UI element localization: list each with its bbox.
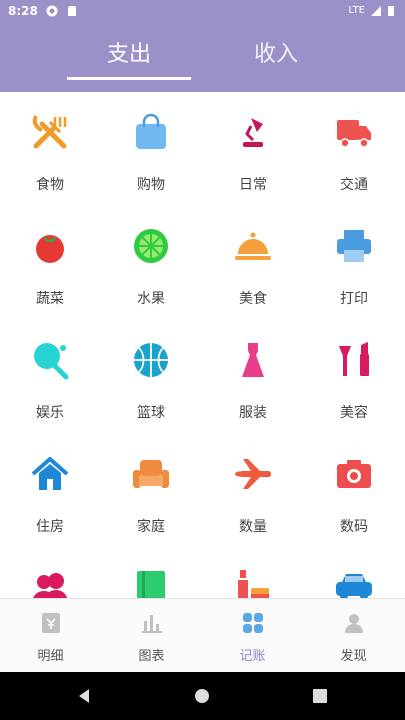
app-notification-icon xyxy=(46,5,58,17)
category-label: 家庭 xyxy=(137,519,165,535)
category-food[interactable]: 食物 xyxy=(0,92,100,193)
airplane-icon xyxy=(235,459,271,489)
category-label: 食物 xyxy=(36,177,64,193)
category-grid[interactable]: 食物 购物 日常 交通 蔬菜 水果 美食 打印 娱乐 篮球 服装 美容 住房 家… xyxy=(0,92,405,598)
category-label: 日常 xyxy=(239,177,267,193)
category-label: 美食 xyxy=(239,291,267,307)
battery-icon xyxy=(388,6,394,16)
nav-label: 明细 xyxy=(37,649,64,664)
lime-icon xyxy=(134,229,168,263)
signal-icon xyxy=(371,6,381,16)
dress-icon xyxy=(242,343,264,377)
category-label: 数码 xyxy=(340,519,368,535)
category-digital[interactable]: 数码 xyxy=(304,434,404,535)
back-icon[interactable] xyxy=(76,688,92,704)
category-label: 住房 xyxy=(36,519,64,535)
category-label: 打印 xyxy=(340,291,368,307)
category-label: 蔬菜 xyxy=(36,291,64,307)
desk-lamp-icon xyxy=(243,118,263,147)
house-icon xyxy=(31,457,69,490)
category-beauty[interactable]: 美容 xyxy=(304,320,404,421)
network-type: LTE xyxy=(348,5,365,16)
camera-icon xyxy=(337,460,371,488)
category-label: 美容 xyxy=(340,405,368,421)
category-daily[interactable]: 日常 xyxy=(203,92,303,193)
shopping-bag-icon xyxy=(136,113,166,149)
nav-label: 图表 xyxy=(138,649,165,664)
status-bar: 8:28 LTE xyxy=(0,0,405,24)
category-print[interactable]: 打印 xyxy=(304,206,404,307)
category-label: 购物 xyxy=(137,177,165,193)
wine-food-icon xyxy=(238,570,269,598)
nav-label: 发现 xyxy=(340,649,367,664)
category-cuisine[interactable]: 美食 xyxy=(203,206,303,307)
food-cloche-icon xyxy=(235,232,271,260)
basketball-icon xyxy=(134,343,168,377)
nav-chart[interactable]: 图表 xyxy=(101,599,202,673)
category-study[interactable] xyxy=(101,548,201,598)
nav-discover[interactable]: 发现 xyxy=(303,599,404,673)
category-fruit[interactable]: 水果 xyxy=(101,206,201,307)
bottom-navigation: 明细 图表 记账 发现 xyxy=(0,598,405,673)
category-social[interactable] xyxy=(0,548,100,598)
active-tab-indicator xyxy=(67,77,191,80)
category-clothing[interactable]: 服装 xyxy=(203,320,303,421)
category-transport[interactable]: 交通 xyxy=(304,92,404,193)
tab-expense[interactable]: 支出 xyxy=(67,36,191,67)
system-navigation-bar xyxy=(0,672,405,720)
category-quantity[interactable]: 数量 xyxy=(203,434,303,535)
category-entertainment[interactable]: 娱乐 xyxy=(0,320,100,421)
category-label: 篮球 xyxy=(137,405,165,421)
category-vegetables[interactable]: 蔬菜 xyxy=(0,206,100,307)
category-housing[interactable]: 住房 xyxy=(0,434,100,535)
lipstick-icon xyxy=(339,342,369,376)
status-time: 8:28 xyxy=(8,4,38,18)
nav-label: 记账 xyxy=(239,649,266,664)
tab-income[interactable]: 收入 xyxy=(214,36,338,67)
notebook-icon xyxy=(137,571,165,598)
sd-card-icon xyxy=(68,6,76,16)
bookkeeping-icon xyxy=(242,613,263,633)
category-shopping[interactable]: 购物 xyxy=(101,92,201,193)
truck-icon xyxy=(337,120,371,148)
category-label: 交通 xyxy=(340,177,368,193)
category-label: 娱乐 xyxy=(36,405,64,421)
category-home[interactable]: 家庭 xyxy=(101,434,201,535)
sofa-icon xyxy=(133,460,169,488)
car-icon xyxy=(336,574,372,598)
nav-details[interactable]: 明细 xyxy=(0,599,101,673)
tomato-icon xyxy=(36,235,64,263)
category-label: 服装 xyxy=(239,405,267,421)
category-drinks[interactable] xyxy=(203,548,303,598)
home-icon[interactable] xyxy=(194,688,210,704)
chart-icon xyxy=(141,615,162,633)
category-basketball[interactable]: 篮球 xyxy=(101,320,201,421)
people-icon xyxy=(33,573,68,598)
fork-knife-icon xyxy=(32,115,67,149)
discover-icon xyxy=(344,614,363,633)
nav-bookkeeping[interactable]: 记账 xyxy=(202,599,303,673)
details-icon xyxy=(41,613,60,633)
printer-icon xyxy=(337,230,371,262)
recents-icon[interactable] xyxy=(312,688,328,704)
type-switch-header: 支出 收入 xyxy=(0,24,405,92)
ping-pong-icon xyxy=(34,343,69,380)
category-label: 水果 xyxy=(137,291,165,307)
category-label: 数量 xyxy=(239,519,267,535)
category-car[interactable] xyxy=(304,548,404,598)
